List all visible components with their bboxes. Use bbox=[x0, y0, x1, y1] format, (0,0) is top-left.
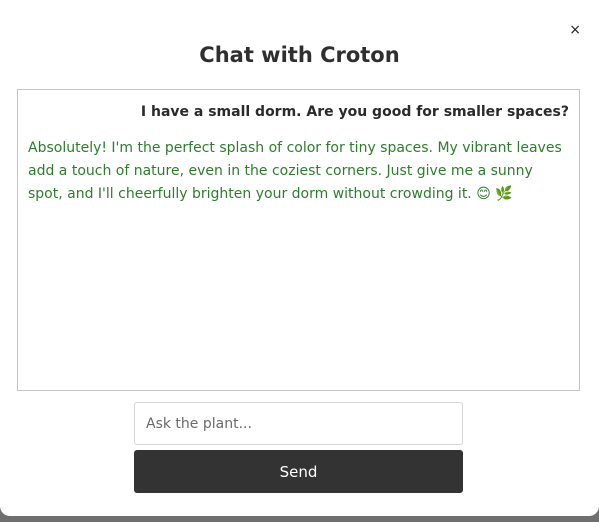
plant-message: Absolutely! I'm the perfect splash of co… bbox=[28, 140, 562, 202]
close-icon[interactable]: × bbox=[569, 20, 581, 40]
chat-modal: × Chat with Croton I have a small dorm. … bbox=[0, 0, 599, 516]
user-message: I have a small dorm. Are you good for sm… bbox=[140, 104, 569, 120]
dialog-title: Chat with Croton bbox=[199, 43, 400, 67]
chat-log[interactable]: I have a small dorm. Are you good for sm… bbox=[17, 89, 580, 391]
send-button[interactable]: Send bbox=[134, 450, 463, 493]
ask-input[interactable] bbox=[134, 402, 463, 445]
